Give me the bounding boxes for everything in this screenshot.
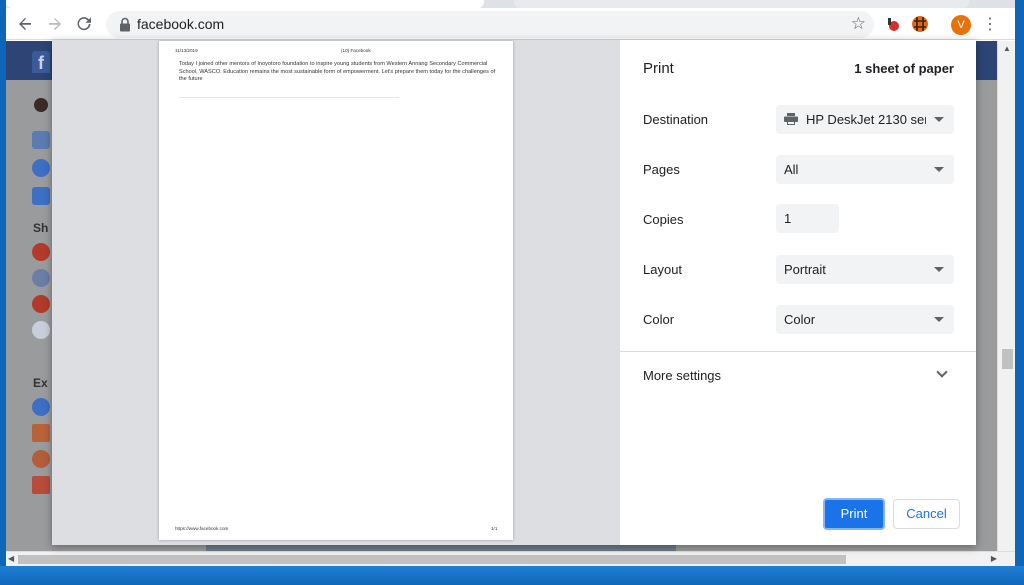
tab-inactive[interactable] <box>514 0 969 8</box>
color-value: Color <box>784 312 816 327</box>
layout-select[interactable]: Portrait <box>776 255 954 284</box>
scroll-left-arrow-icon[interactable]: ◀ <box>8 554 14 563</box>
back-button[interactable] <box>13 12 37 36</box>
color-label: Color <box>643 312 675 327</box>
chevron-down-icon <box>934 117 944 122</box>
preview-footer-url: https://www.facebook.com <box>175 526 229 531</box>
browser-window: facebook.com ☆ V ⋮ f Sh Ex ▲ ◀ ▶ 11/13/2… <box>6 0 1015 566</box>
print-dialog: 11/13/2019 (10) Facebook Today I joined … <box>52 40 976 545</box>
chevron-down-icon <box>934 267 944 272</box>
browser-toolbar: facebook.com ☆ V ⋮ <box>6 8 1015 40</box>
fb-pages-flag-icon <box>32 424 50 442</box>
pages-label: Pages <box>643 162 680 177</box>
fb-sidebar-heading-shortcuts: Sh <box>33 221 49 235</box>
fb-messenger-icon <box>32 159 50 177</box>
layout-label: Layout <box>643 262 683 277</box>
extension-pattern-icon[interactable] <box>909 13 931 35</box>
pages-value: All <box>784 162 799 177</box>
reload-icon <box>77 17 91 31</box>
fb-fundraiser-icon <box>32 450 50 468</box>
tab-active[interactable] <box>6 0 484 8</box>
tab-strip <box>6 0 1015 8</box>
address-bar[interactable]: facebook.com ☆ <box>106 11 874 38</box>
desktop-edge-right <box>1015 0 1024 585</box>
page-horizontal-scrollbar[interactable]: ◀ ▶ <box>6 551 1015 566</box>
preview-page-number: 1/1 <box>491 526 498 531</box>
sheet-count: 1 sheet of paper <box>854 61 954 76</box>
print-preview-area: 11/13/2019 (10) Facebook Today I joined … <box>52 40 620 545</box>
print-button[interactable]: Print <box>823 498 885 530</box>
fb-groups-icon <box>32 398 50 416</box>
destination-select[interactable]: HP DeskJet 2130 series <box>776 105 954 134</box>
fb-shortcut-icon-2 <box>32 269 50 287</box>
vertical-scroll-thumb[interactable] <box>1002 349 1013 369</box>
profile-avatar[interactable]: V <box>951 15 971 35</box>
print-settings-panel: Print 1 sheet of paper Destination HP De… <box>620 40 976 545</box>
chevron-down-icon <box>934 317 944 322</box>
fb-news-feed-icon <box>32 131 50 149</box>
fb-events-calendar-icon <box>32 476 50 494</box>
copies-label: Copies <box>643 212 684 227</box>
destination-label: Destination <box>643 112 709 127</box>
preview-body-text: Today I joined other mentors of Inoyotor… <box>179 61 496 83</box>
facebook-logo-icon: f <box>32 51 50 73</box>
color-select[interactable]: Color <box>776 305 954 334</box>
horizontal-scroll-thumb[interactable] <box>18 555 846 564</box>
fb-sidebar-icon-1 <box>34 98 48 112</box>
pages-select[interactable]: All <box>776 155 954 184</box>
layout-value: Portrait <box>784 262 826 277</box>
browser-menu-icon[interactable]: ⋮ <box>982 14 998 36</box>
page-vertical-scrollbar[interactable]: ▲ <box>997 41 1015 551</box>
scroll-up-arrow-icon[interactable]: ▲ <box>1003 44 1011 53</box>
back-arrow-icon <box>19 18 31 30</box>
fb-watch-icon <box>32 187 50 205</box>
preview-date: 11/13/2019 <box>175 48 198 53</box>
url-text[interactable]: facebook.com <box>137 16 224 32</box>
bookmark-star-icon[interactable]: ☆ <box>851 14 866 34</box>
destination-value: HP DeskJet 2130 series <box>806 112 926 127</box>
copies-input[interactable] <box>776 204 839 233</box>
print-title: Print <box>643 60 674 77</box>
expand-chevron-icon[interactable] <box>936 366 948 378</box>
more-settings-label: More settings <box>643 368 722 383</box>
fb-shortcut-icon-3 <box>32 295 50 313</box>
fb-shortcut-icon-1 <box>32 243 50 261</box>
preview-header-title: (10) Facebook <box>341 48 371 53</box>
reload-button[interactable] <box>72 12 96 36</box>
chevron-down-icon <box>934 167 944 172</box>
lock-icon[interactable] <box>118 17 132 32</box>
cancel-button[interactable]: Cancel <box>893 499 960 529</box>
forward-arrow-icon <box>49 18 61 30</box>
fb-shortcut-icon-4 <box>32 321 50 339</box>
printer-icon <box>784 113 798 125</box>
preview-divider <box>179 97 399 98</box>
extension-adblock-icon[interactable] <box>882 13 904 35</box>
more-settings-toggle[interactable]: More settings <box>620 358 976 392</box>
preview-page: 11/13/2019 (10) Facebook Today I joined … <box>159 41 513 540</box>
settings-divider <box>620 351 976 352</box>
forward-button[interactable] <box>43 12 67 36</box>
desktop-taskbar-edge <box>0 566 1024 585</box>
scroll-right-arrow-icon[interactable]: ▶ <box>991 554 997 563</box>
fb-sidebar-heading-explore: Ex <box>33 376 48 390</box>
